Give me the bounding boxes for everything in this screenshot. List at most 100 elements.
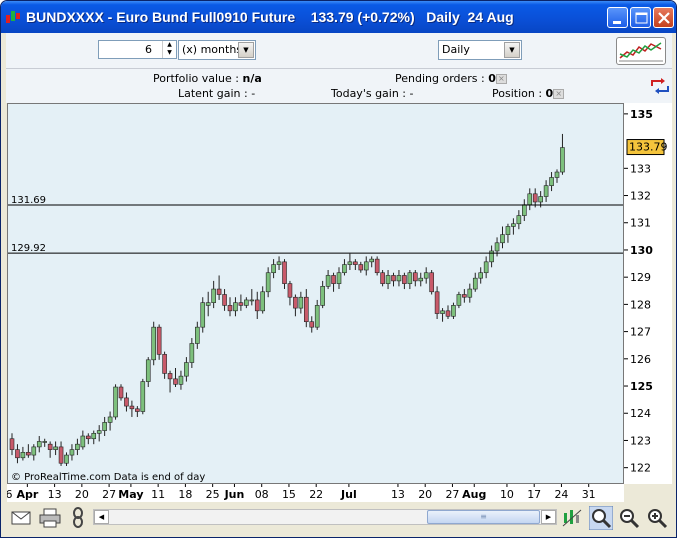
title-bar[interactable]: BUNDXXXX - Euro Bund Full0910 Future 133… (1, 1, 676, 33)
candle-down[interactable] (58, 446, 64, 464)
candle-up[interactable] (478, 272, 484, 279)
scroll-left-icon[interactable]: ◀ (94, 510, 109, 524)
candle-up[interactable] (505, 226, 511, 235)
candle-up[interactable] (440, 310, 445, 314)
candle-down[interactable] (434, 291, 440, 314)
candle-up[interactable] (107, 416, 113, 423)
candle-up[interactable] (96, 430, 102, 434)
candle-up[interactable] (511, 223, 516, 227)
candle-up[interactable] (538, 196, 543, 203)
candle-down[interactable] (532, 193, 538, 203)
candle-down[interactable] (173, 378, 178, 385)
candle-down[interactable] (374, 258, 380, 274)
email-icon[interactable] (11, 510, 31, 526)
candle-up[interactable] (325, 275, 331, 287)
candle-down[interactable] (15, 449, 20, 459)
zoom-fit-icon[interactable] (589, 506, 613, 530)
candle-down[interactable] (353, 261, 358, 265)
candle-up[interactable] (195, 326, 200, 344)
candle-down[interactable] (391, 275, 396, 282)
candle-down[interactable] (402, 275, 407, 284)
candle-down[interactable] (380, 272, 385, 284)
candle-up[interactable] (178, 375, 184, 385)
candle-down[interactable] (222, 294, 227, 306)
candle-down[interactable] (462, 294, 467, 298)
candle-up[interactable] (102, 422, 107, 431)
scroll-right-icon[interactable]: ▶ (541, 510, 556, 524)
candle-up[interactable] (549, 177, 554, 186)
candle-down[interactable] (216, 288, 222, 295)
candle-up[interactable] (516, 215, 522, 225)
chart-plot-area[interactable]: 131.69 129.92 © ProRealTime.com Data is en… (7, 103, 624, 484)
candle-up[interactable] (260, 291, 265, 312)
candle-down[interactable] (26, 452, 31, 456)
candle-up[interactable] (560, 147, 565, 173)
candle-up[interactable] (140, 381, 146, 412)
candle-up[interactable] (347, 261, 353, 265)
horizontal-scrollbar[interactable]: ◀ ≡ ▶ (93, 509, 557, 525)
candle-up[interactable] (80, 435, 86, 448)
candle-up[interactable] (233, 302, 238, 312)
candle-up[interactable] (483, 261, 489, 274)
candle-down[interactable] (282, 261, 287, 284)
candle-up[interactable] (396, 275, 402, 282)
print-icon[interactable] (39, 508, 61, 528)
candle-down[interactable] (429, 272, 434, 293)
candle-up[interactable] (31, 446, 37, 456)
chevron-down-icon[interactable]: ▼ (504, 42, 520, 58)
candle-up[interactable] (69, 449, 75, 456)
candle-down[interactable] (238, 302, 244, 306)
candle-up[interactable] (244, 299, 249, 306)
candle-up[interactable] (298, 296, 304, 309)
candle-up[interactable] (527, 193, 533, 205)
period-value[interactable]: 6 (145, 43, 152, 56)
chevron-down-icon[interactable]: ▼ (238, 42, 254, 58)
candle-up[interactable] (467, 288, 473, 298)
candle-down[interactable] (293, 296, 298, 309)
period-unit-select[interactable]: (x) months ▼ (178, 40, 256, 60)
spinner-arrows-icon[interactable]: ▲ ▼ (162, 41, 176, 58)
candle-up[interactable] (314, 305, 320, 328)
candle-up[interactable] (265, 272, 271, 293)
candle-up[interactable] (342, 264, 347, 274)
candle-up[interactable] (113, 386, 118, 418)
date-axis[interactable]: 26Apr132027May111825Jun081522Jul132027Au… (1, 484, 624, 502)
candle-down[interactable] (445, 310, 451, 317)
candle-down[interactable] (309, 321, 315, 328)
candle-up[interactable] (20, 452, 26, 459)
candle-down[interactable] (156, 326, 162, 355)
candle-down[interactable] (135, 408, 140, 412)
candle-up[interactable] (363, 261, 369, 271)
candle-up[interactable] (189, 343, 195, 363)
candle-up[interactable] (521, 204, 527, 216)
candle-down[interactable] (86, 435, 91, 440)
candle-down[interactable] (167, 373, 173, 380)
candle-up[interactable] (369, 258, 375, 263)
price-axis[interactable]: 135 133 132 131 130 129 128 127 126 125 124 123 122 1… (624, 103, 672, 484)
candle-up[interactable] (543, 185, 549, 197)
candle-up[interactable] (64, 454, 69, 464)
candle-down[interactable] (162, 354, 167, 374)
candle-up[interactable] (320, 286, 325, 306)
candle-up[interactable] (205, 302, 211, 306)
period-spinner[interactable]: 6 ▲ ▼ (98, 40, 177, 59)
candle-down[interactable] (331, 275, 336, 284)
drawing-tool-icon[interactable] (562, 508, 582, 528)
candle-down[interactable] (124, 397, 129, 407)
refresh-arrows-icon[interactable] (649, 77, 671, 95)
zoom-in-icon[interactable] (646, 507, 668, 529)
candle-down[interactable] (227, 305, 233, 312)
candle-up[interactable] (42, 441, 48, 443)
close-button[interactable] (653, 7, 674, 28)
minimize-button[interactable] (607, 7, 628, 28)
candle-up[interactable] (271, 264, 276, 274)
candle-up[interactable] (472, 277, 478, 290)
candle-up[interactable] (184, 362, 189, 377)
candle-up[interactable] (407, 272, 413, 284)
candle-up[interactable] (200, 302, 206, 328)
candle-up[interactable] (53, 446, 58, 450)
candle-down[interactable] (9, 438, 15, 450)
candle-up[interactable] (385, 275, 391, 284)
candle-up[interactable] (276, 261, 282, 265)
maximize-button[interactable] (630, 7, 651, 28)
